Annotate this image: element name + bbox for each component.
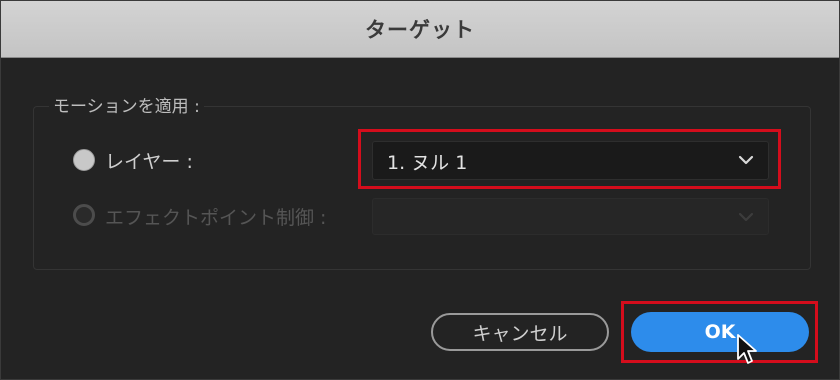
target-dialog: ターゲット モーションを適用 : レイヤー : 1. ヌル 1 エフェクトポイン…	[0, 0, 840, 380]
layer-dropdown[interactable]: 1. ヌル 1	[372, 141, 769, 180]
mouse-pointer-icon	[737, 334, 757, 364]
dialog-title: ターゲット	[365, 18, 475, 42]
effect-point-radio[interactable]	[73, 204, 95, 226]
layer-dropdown-value: 1. ヌル 1	[387, 152, 468, 174]
layer-radio[interactable]	[73, 149, 95, 171]
layer-radio-label[interactable]: レイヤー :	[105, 147, 193, 174]
dialog-titlebar[interactable]: ターゲット	[1, 1, 839, 58]
cancel-button[interactable]: キャンセル	[431, 313, 609, 351]
effect-point-dropdown[interactable]	[372, 198, 769, 235]
chevron-down-icon	[738, 212, 754, 222]
effect-point-radio-label: エフェクトポイント制御 :	[105, 207, 327, 229]
ok-button[interactable]: OK	[631, 312, 809, 352]
apply-motion-group-label: モーションを適用 :	[49, 92, 204, 117]
apply-motion-group	[33, 106, 811, 270]
cancel-button-label: キャンセル	[472, 322, 568, 345]
ok-button-label: OK	[704, 321, 736, 343]
chevron-down-icon	[738, 155, 754, 165]
